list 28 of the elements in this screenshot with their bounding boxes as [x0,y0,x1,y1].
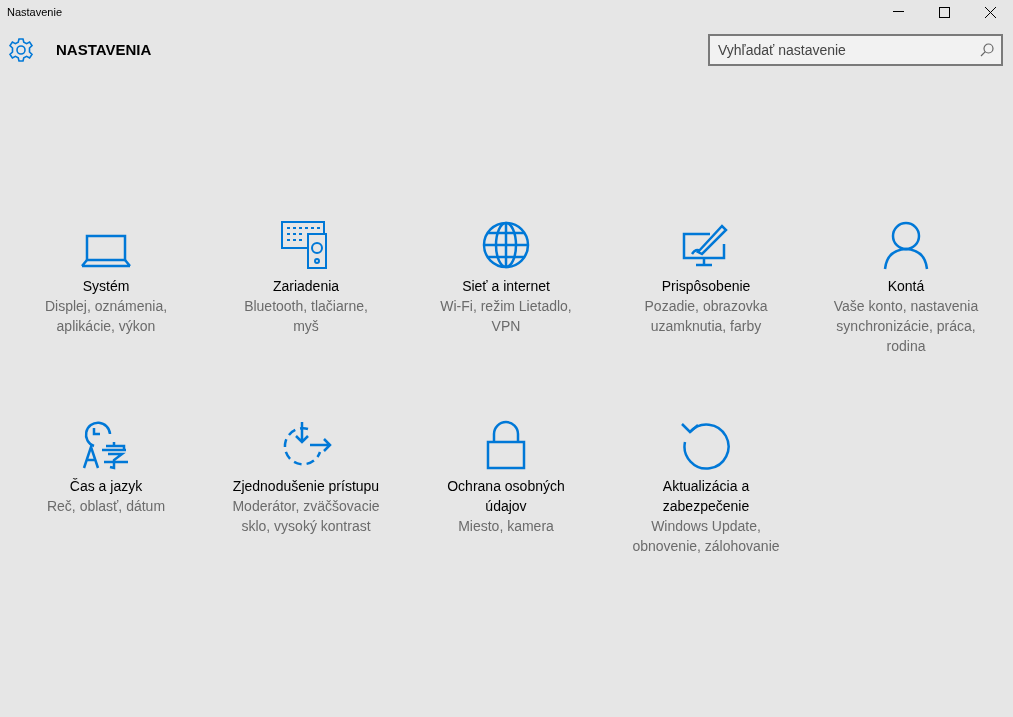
window-title: Nastavenie [6,4,63,20]
category-title[interactable]: Zjednodušenie prístupu [232,476,380,496]
category-description: Pozadie, obrazovka uzamknutia, farby [643,297,769,336]
category-title[interactable]: Aktualizácia a zabezpečenie [630,476,782,516]
page-title: NASTAVENIA [56,39,152,60]
category-title[interactable]: Prispôsobenie [661,276,751,296]
close-icon [984,6,996,18]
category-description: Moderátor, zväčšovacie sklo, vysoký kontrast [231,497,381,536]
category-title[interactable]: Systém [82,276,130,296]
minimize-icon [892,11,904,13]
category-description: Vaše konto, nastavenia synchronizácie, práca, rodina [832,297,980,356]
category-title[interactable]: Zariadenia [272,276,340,296]
search-field[interactable]: Vyhľadať nastavenie [708,34,1003,66]
category-title[interactable]: Ochrana osobných údajov [430,476,582,516]
globe-icon [480,220,532,270]
maximize-icon [938,6,950,18]
category-description: Miesto, kamera [458,517,554,536]
category-description: Wi-Fi, režim Lietadlo, VPN [439,297,573,336]
category-description: Reč, oblasť, dátum [46,497,166,516]
circular-arrow-icon [680,420,732,470]
category-description: Bluetooth, tlačiarne, myš [243,297,369,336]
category-title[interactable]: Sieť a internet [462,276,550,296]
category-description: Displej, oznámenia, aplikácie, výkon [43,297,169,336]
category-description: Windows Update, obnovenie, zálohovanie [631,517,781,556]
search-icon [980,43,994,57]
settings-icon [8,37,34,63]
category-title[interactable]: Kontá [887,276,925,296]
category-title[interactable]: Čas a jazyk [69,476,143,496]
